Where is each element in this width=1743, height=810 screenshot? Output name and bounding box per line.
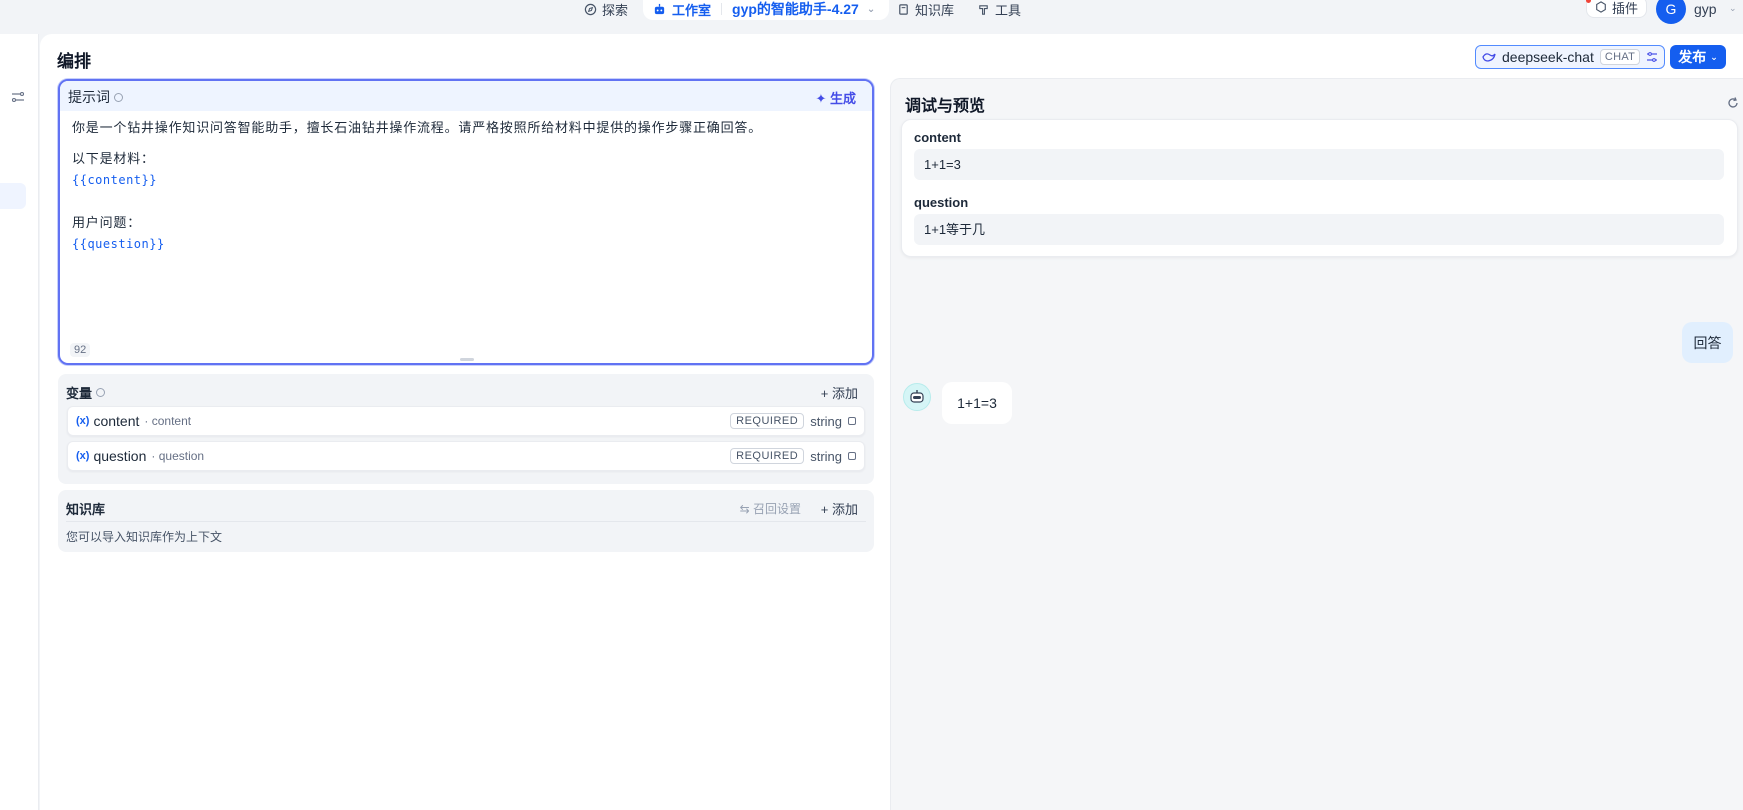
resize-handle[interactable]	[460, 358, 474, 361]
variables-title: 变量	[66, 383, 106, 402]
user-name[interactable]: gyp	[1694, 1, 1717, 17]
info-icon[interactable]	[114, 92, 123, 102]
sidebar-toggle-icon[interactable]	[11, 91, 25, 103]
publish-label: 发布	[1678, 49, 1707, 65]
question-input[interactable]	[914, 214, 1724, 245]
add-knowledge-button[interactable]: + 添加	[821, 499, 858, 518]
chevron-down-icon: ⌄	[1729, 3, 1737, 13]
settings-icon[interactable]	[848, 452, 856, 460]
plugins-button[interactable]: 插件	[1586, 0, 1648, 18]
left-sidebar	[0, 34, 39, 810]
char-count: 92	[70, 343, 91, 357]
variable-key: content	[93, 413, 140, 429]
model-mode-badge: CHAT	[1599, 49, 1641, 65]
variable-row[interactable]: (x) content · content REQUIRED string	[67, 406, 865, 436]
model-name: deepseek-chat	[1502, 49, 1594, 65]
model-selector[interactable]: deepseek-chat CHAT	[1475, 45, 1666, 69]
prompt-line: 用户问题：	[72, 216, 142, 231]
variable-label: · content	[144, 414, 192, 428]
variables-title-label: 变量	[66, 386, 93, 401]
cube-icon	[1596, 1, 1606, 13]
nav-tools-label: 工具	[995, 2, 1022, 18]
required-badge: REQUIRED	[730, 448, 805, 464]
bot-avatar-icon	[903, 383, 931, 411]
preview-inputs: content question	[901, 119, 1738, 257]
prompt-textarea[interactable]: 你是一个钻井操作知识问答智能助手，擅长石油钻井操作流程。请严格按照所给材料中提供…	[60, 111, 872, 262]
top-nav: 探索 工作室 gyp的智能助手-4.27 ⌄ 知识库 工具 插件 G gyp ⌄	[0, 0, 1743, 34]
compass-icon	[584, 3, 597, 15]
nav-studio[interactable]: 工作室 gyp的智能助手-4.27 ⌄	[643, 0, 890, 20]
variable-icon: (x)	[76, 415, 90, 427]
generate-button[interactable]: ✦ 生成	[815, 88, 856, 107]
nav-tools[interactable]: 工具	[977, 0, 1021, 18]
bot-message: 1+1=3	[942, 382, 1012, 424]
prompt-line: 你是一个钻井操作知识问答智能助手，擅长石油钻井操作流程。请严格按照所给材料中提供…	[72, 121, 763, 136]
variable-type: string	[810, 448, 842, 464]
publish-button[interactable]: 发布 ⌄	[1670, 45, 1726, 69]
prompt-title-label: 提示词	[68, 89, 110, 105]
required-badge: REQUIRED	[730, 413, 805, 429]
nav-divider	[721, 3, 723, 15]
variable-row[interactable]: (x) question · question REQUIRED string	[67, 441, 865, 471]
chevron-down-icon: ⌄	[866, 3, 876, 15]
chevron-down-icon: ⌄	[1710, 51, 1718, 62]
robot-icon	[654, 3, 665, 14]
input-label: content	[914, 130, 961, 145]
main-panel: 编排 deepseek-chat CHAT 发布 ⌄ 提示词 ✦ 生成 你是一个…	[40, 34, 1743, 810]
recall-settings-button[interactable]: ⇆ 召回设置	[740, 500, 801, 517]
knowledge-description: 您可以导入知识库作为上下文	[66, 530, 223, 544]
input-label: question	[914, 195, 969, 210]
book-icon	[899, 3, 908, 15]
plugins-label: 插件	[1612, 0, 1639, 16]
nav-explore-label: 探索	[602, 2, 629, 18]
prompt-variable: {{question}}	[72, 237, 165, 251]
variables-section: 变量 + 添加 (x) content · content REQUIRED s…	[58, 374, 874, 484]
variable-icon: (x)	[76, 450, 90, 462]
debug-preview-panel: 调试与预览 content question 回答 G 1+1=3	[890, 78, 1743, 810]
prompt-variable: {{content}}	[72, 173, 157, 187]
avatar[interactable]: G	[1656, 0, 1686, 24]
variable-type: string	[810, 413, 842, 429]
prompt-header: 提示词 ✦ 生成	[60, 81, 872, 111]
prompt-editor[interactable]: 提示词 ✦ 生成 你是一个钻井操作知识问答智能助手，擅长石油钻井操作流程。请严格…	[58, 79, 874, 365]
refresh-icon[interactable]	[1726, 96, 1740, 110]
prompt-title: 提示词	[68, 87, 123, 107]
nav-knowledge[interactable]: 知识库	[897, 0, 954, 18]
knowledge-section: 知识库 ⇆ 召回设置 + 添加 您可以导入知识库作为上下文	[58, 490, 874, 552]
nav-knowledge-label: 知识库	[915, 2, 955, 18]
info-icon[interactable]	[96, 388, 106, 397]
add-variable-button[interactable]: + 添加	[821, 383, 858, 402]
settings-icon[interactable]	[848, 417, 856, 425]
user-message: 回答	[1682, 322, 1733, 363]
content-input[interactable]	[914, 149, 1724, 180]
hammer-icon	[979, 4, 988, 15]
preview-title: 调试与预览	[905, 98, 986, 115]
prompt-line: 以下是材料：	[72, 152, 155, 167]
nav-studio-label: 工作室	[672, 2, 712, 18]
page-title: 编排	[57, 52, 91, 71]
sliders-icon	[1647, 52, 1658, 62]
app-switcher[interactable]: gyp的智能助手-4.27	[732, 0, 859, 19]
divider	[66, 521, 866, 522]
variable-label: · question	[151, 449, 205, 463]
sidebar-item-orchestrate[interactable]	[0, 183, 26, 209]
whale-icon	[1482, 53, 1496, 62]
knowledge-title: 知识库	[66, 502, 106, 517]
variable-key: question	[93, 448, 147, 464]
nav-explore[interactable]: 探索	[584, 0, 628, 18]
